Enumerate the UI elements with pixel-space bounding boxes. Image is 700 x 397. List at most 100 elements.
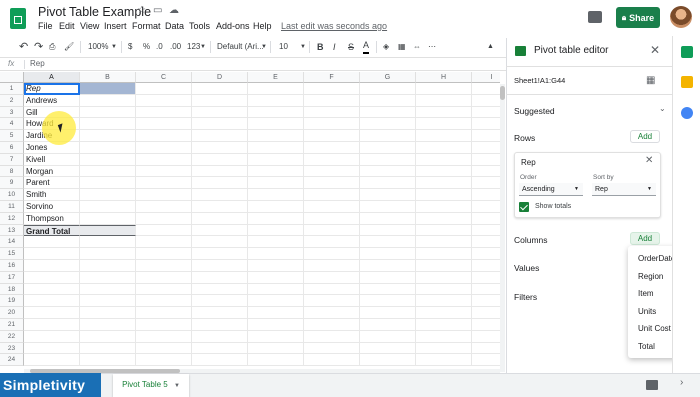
menu-item-units[interactable]: Units: [638, 307, 656, 316]
row-header[interactable]: 17: [0, 271, 24, 284]
avatar[interactable]: [670, 6, 692, 28]
empty-cell[interactable]: [192, 307, 248, 319]
suggested-label[interactable]: Suggested: [514, 106, 555, 116]
empty-cell[interactable]: [248, 165, 304, 178]
empty-cell[interactable]: [192, 83, 248, 95]
row-header[interactable]: 14: [0, 236, 24, 249]
empty-cell[interactable]: [248, 330, 304, 343]
empty-cell[interactable]: [80, 236, 136, 249]
empty-cell[interactable]: [24, 236, 80, 249]
empty-cell[interactable]: [304, 271, 360, 284]
document-title[interactable]: Pivot Table Example: [38, 5, 151, 19]
empty-cell[interactable]: [360, 83, 416, 95]
empty-cell[interactable]: [304, 236, 360, 249]
empty-cell[interactable]: [304, 295, 360, 308]
text-color-button[interactable]: A: [363, 38, 370, 54]
menu-data[interactable]: Data: [165, 21, 184, 31]
empty-cell[interactable]: [416, 153, 472, 166]
empty-cell[interactable]: [416, 307, 472, 319]
empty-cell[interactable]: [80, 224, 136, 237]
empty-cell[interactable]: [360, 142, 416, 154]
tab-chevron-icon[interactable]: ▼: [174, 383, 180, 389]
print-icon[interactable]: ⎙: [49, 38, 55, 56]
zoom-chevron-icon[interactable]: ▼: [111, 38, 117, 56]
empty-cell[interactable]: [192, 224, 248, 237]
empty-cell[interactable]: [248, 342, 304, 355]
empty-cell[interactable]: [80, 106, 136, 119]
empty-cell[interactable]: [304, 224, 360, 237]
empty-cell[interactable]: [360, 106, 416, 119]
empty-cell[interactable]: [192, 271, 248, 284]
menu-item-total[interactable]: Total: [638, 342, 655, 351]
zoom-select[interactable]: 100%: [88, 38, 108, 56]
empty-cell[interactable]: [472, 130, 500, 142]
column-header-c[interactable]: C: [136, 72, 192, 83]
row-header[interactable]: 16: [0, 260, 24, 272]
column-header-g[interactable]: G: [360, 72, 416, 83]
empty-cell[interactable]: [472, 142, 500, 154]
empty-cell[interactable]: [360, 189, 416, 201]
empty-cell[interactable]: [248, 106, 304, 119]
empty-cell[interactable]: [80, 260, 136, 272]
empty-cell[interactable]: [416, 330, 472, 343]
select-all-corner[interactable]: [0, 72, 24, 83]
empty-cell[interactable]: [360, 260, 416, 272]
empty-cell[interactable]: [24, 260, 80, 272]
row-header[interactable]: 24: [0, 354, 24, 367]
menu-item-region[interactable]: Region: [638, 272, 663, 281]
empty-cell[interactable]: [360, 342, 416, 355]
empty-cell[interactable]: [192, 201, 248, 213]
empty-cell[interactable]: [80, 83, 136, 95]
empty-cell[interactable]: [136, 283, 192, 296]
row-header[interactable]: 12: [0, 212, 24, 225]
empty-cell[interactable]: [472, 307, 500, 319]
empty-cell[interactable]: [192, 283, 248, 296]
tab-pivot-table-5[interactable]: Pivot Table 5 ▼: [113, 374, 189, 397]
font-chevron-icon[interactable]: ▼: [261, 38, 267, 56]
empty-cell[interactable]: [80, 307, 136, 319]
empty-cell[interactable]: [416, 130, 472, 142]
empty-cell[interactable]: [192, 260, 248, 272]
empty-cell[interactable]: [472, 331, 500, 343]
empty-cell[interactable]: [192, 248, 248, 260]
menu-help[interactable]: Help: [253, 21, 272, 31]
empty-cell[interactable]: [472, 319, 500, 331]
row-header[interactable]: 15: [0, 248, 24, 260]
add-rows-button[interactable]: Add: [630, 130, 660, 143]
empty-cell[interactable]: [304, 260, 360, 272]
empty-cell[interactable]: [472, 189, 500, 201]
empty-cell[interactable]: [416, 177, 472, 190]
empty-cell[interactable]: [192, 130, 248, 142]
empty-cell[interactable]: [416, 224, 472, 237]
table-cell[interactable]: Morgan: [24, 165, 80, 178]
chevron-right-icon[interactable]: ›: [680, 377, 683, 388]
empty-cell[interactable]: [416, 248, 472, 260]
menu-item-unit-cost[interactable]: Unit Cost: [638, 324, 671, 333]
empty-cell[interactable]: [304, 201, 360, 213]
empty-cell[interactable]: [248, 295, 304, 308]
empty-cell[interactable]: [80, 330, 136, 343]
empty-cell[interactable]: [360, 212, 416, 225]
empty-cell[interactable]: [360, 248, 416, 260]
empty-cell[interactable]: [360, 153, 416, 166]
empty-cell[interactable]: [136, 189, 192, 201]
row-header[interactable]: 1: [0, 83, 24, 95]
empty-cell[interactable]: [192, 153, 248, 166]
empty-cell[interactable]: [136, 354, 192, 367]
empty-cell[interactable]: [24, 342, 80, 355]
empty-cell[interactable]: [136, 319, 192, 331]
star-icon[interactable]: ☆: [137, 5, 146, 16]
empty-cell[interactable]: [192, 165, 248, 178]
empty-cell[interactable]: [248, 142, 304, 154]
empty-cell[interactable]: [80, 142, 136, 154]
empty-cell[interactable]: [136, 83, 192, 95]
empty-cell[interactable]: [472, 343, 500, 355]
empty-cell[interactable]: [136, 307, 192, 319]
empty-cell[interactable]: [248, 94, 304, 107]
decrease-decimal-button[interactable]: .0: [156, 38, 163, 56]
bold-button[interactable]: B: [317, 38, 324, 56]
italic-button[interactable]: I: [333, 38, 336, 56]
empty-cell[interactable]: [80, 153, 136, 166]
row-header[interactable]: 5: [0, 130, 24, 142]
more-icon[interactable]: ⋯: [428, 38, 436, 56]
